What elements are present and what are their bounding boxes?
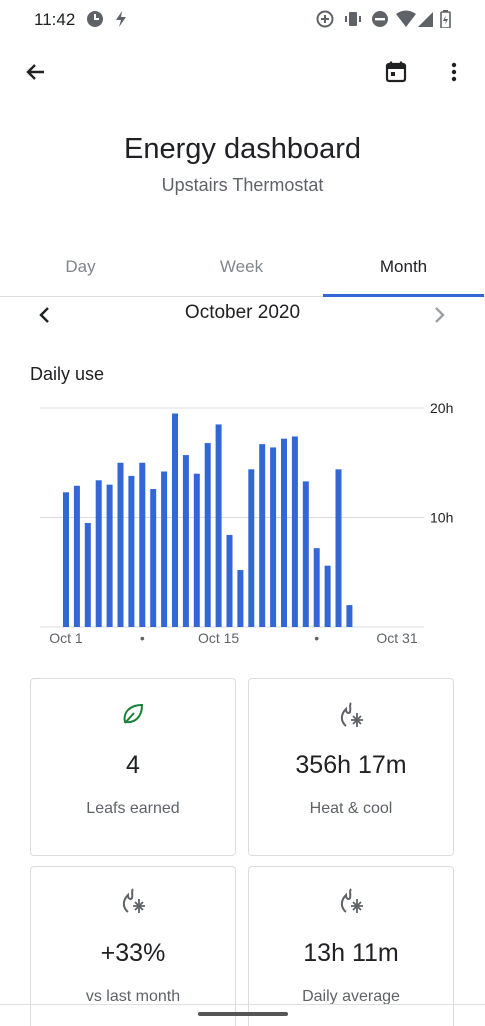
- do-not-disturb-icon: [371, 10, 389, 33]
- leafs-earned-card[interactable]: 4 Leafs earned: [30, 678, 236, 856]
- add-circle-icon: [316, 10, 334, 33]
- chart-bar: [215, 424, 222, 627]
- x-tick-label: •: [314, 630, 319, 646]
- more-options-button[interactable]: [432, 50, 476, 94]
- page-title: Energy dashboard: [124, 133, 361, 165]
- tab-week[interactable]: Week: [161, 246, 322, 296]
- chart-bar: [95, 480, 102, 627]
- more-vert-icon: [451, 62, 457, 82]
- chart-bar: [204, 443, 211, 627]
- chart-bar: [172, 413, 178, 627]
- chart-bar: [346, 605, 353, 627]
- chart-bar: [259, 444, 266, 627]
- back-button[interactable]: [14, 50, 58, 94]
- x-tick-label: Oct 1: [49, 630, 83, 646]
- daily-average-card[interactable]: 13h 11m Daily average: [248, 866, 454, 1026]
- chart-bar: [226, 535, 233, 627]
- period-label: October 2020: [184, 302, 301, 323]
- heat-cool-value: 356h 17m: [295, 751, 407, 779]
- chart-bar: [117, 462, 124, 627]
- leafs-earned-value: 4: [126, 751, 140, 779]
- chart-bar: [324, 565, 331, 627]
- status-bar: 11:42: [0, 0, 485, 40]
- chart-bar: [128, 475, 135, 627]
- chart-bar: [139, 462, 146, 627]
- heat-cool-card[interactable]: 356h 17m Heat & cool: [248, 678, 454, 856]
- chart-bar: [193, 473, 200, 627]
- period-navigator: October 2020: [0, 296, 485, 332]
- vs-last-month-value: +33%: [100, 939, 166, 967]
- y-tick-label: 20h: [430, 400, 453, 416]
- period-tabs: Day Week Month: [0, 246, 485, 297]
- chart-bar: [63, 492, 69, 627]
- calendar-icon: [385, 61, 407, 83]
- chart-bar: [150, 489, 157, 627]
- tab-month[interactable]: Month: [323, 246, 484, 297]
- nav-divider: [0, 1004, 485, 1005]
- heat-cool-icon: [249, 887, 453, 915]
- app-bar: [0, 44, 485, 100]
- arrow-back-icon: [26, 64, 44, 80]
- battery-icon: [440, 10, 451, 33]
- chart-bar: [182, 455, 189, 627]
- device-subtitle: Upstairs Thermostat: [161, 175, 324, 195]
- x-tick-label: •: [140, 630, 145, 646]
- chart-bar: [270, 447, 277, 627]
- wifi-icon: [396, 10, 416, 33]
- heat-cool-label: Heat & cool: [309, 800, 393, 817]
- calendar-button[interactable]: [374, 50, 418, 94]
- vibrate-icon: [344, 10, 362, 33]
- chart-bar: [313, 548, 320, 627]
- chart-bar: [291, 436, 298, 627]
- y-tick-label: 10h: [430, 510, 453, 526]
- chart-bar: [84, 522, 91, 627]
- chart-bar: [335, 469, 342, 627]
- chart-bar: [73, 485, 80, 627]
- chart-bar: [106, 484, 113, 627]
- chart-bar: [248, 469, 255, 627]
- heat-cool-icon: [31, 887, 235, 915]
- daily-use-chart: 20h 10h Oct 1 • Oct 15 • Oct 31: [40, 400, 453, 646]
- leaf-icon: [31, 701, 235, 727]
- x-tick-label: Oct 31: [376, 630, 417, 646]
- leafs-earned-label: Leafs earned: [86, 800, 180, 817]
- chevron-right-icon: [435, 307, 445, 323]
- bolt-icon: [114, 10, 128, 33]
- chart-bar: [302, 481, 309, 627]
- signal-icon: [418, 10, 434, 33]
- daily-use-title: Daily use: [30, 364, 105, 384]
- chart-bar: [161, 471, 168, 627]
- gesture-nav-handle[interactable]: [198, 1012, 288, 1016]
- status-time: 11:42: [34, 10, 76, 29]
- next-month-button[interactable]: [422, 298, 456, 332]
- vs-last-month-card[interactable]: +33% vs last month: [30, 866, 236, 1026]
- app-notification-icon: [86, 10, 104, 33]
- chart-bar: [237, 570, 244, 627]
- x-tick-label: Oct 15: [198, 630, 239, 646]
- daily-average-value: 13h 11m: [303, 939, 399, 967]
- chart-bar: [281, 438, 287, 627]
- heat-cool-icon: [249, 701, 453, 729]
- tab-day[interactable]: Day: [0, 246, 161, 296]
